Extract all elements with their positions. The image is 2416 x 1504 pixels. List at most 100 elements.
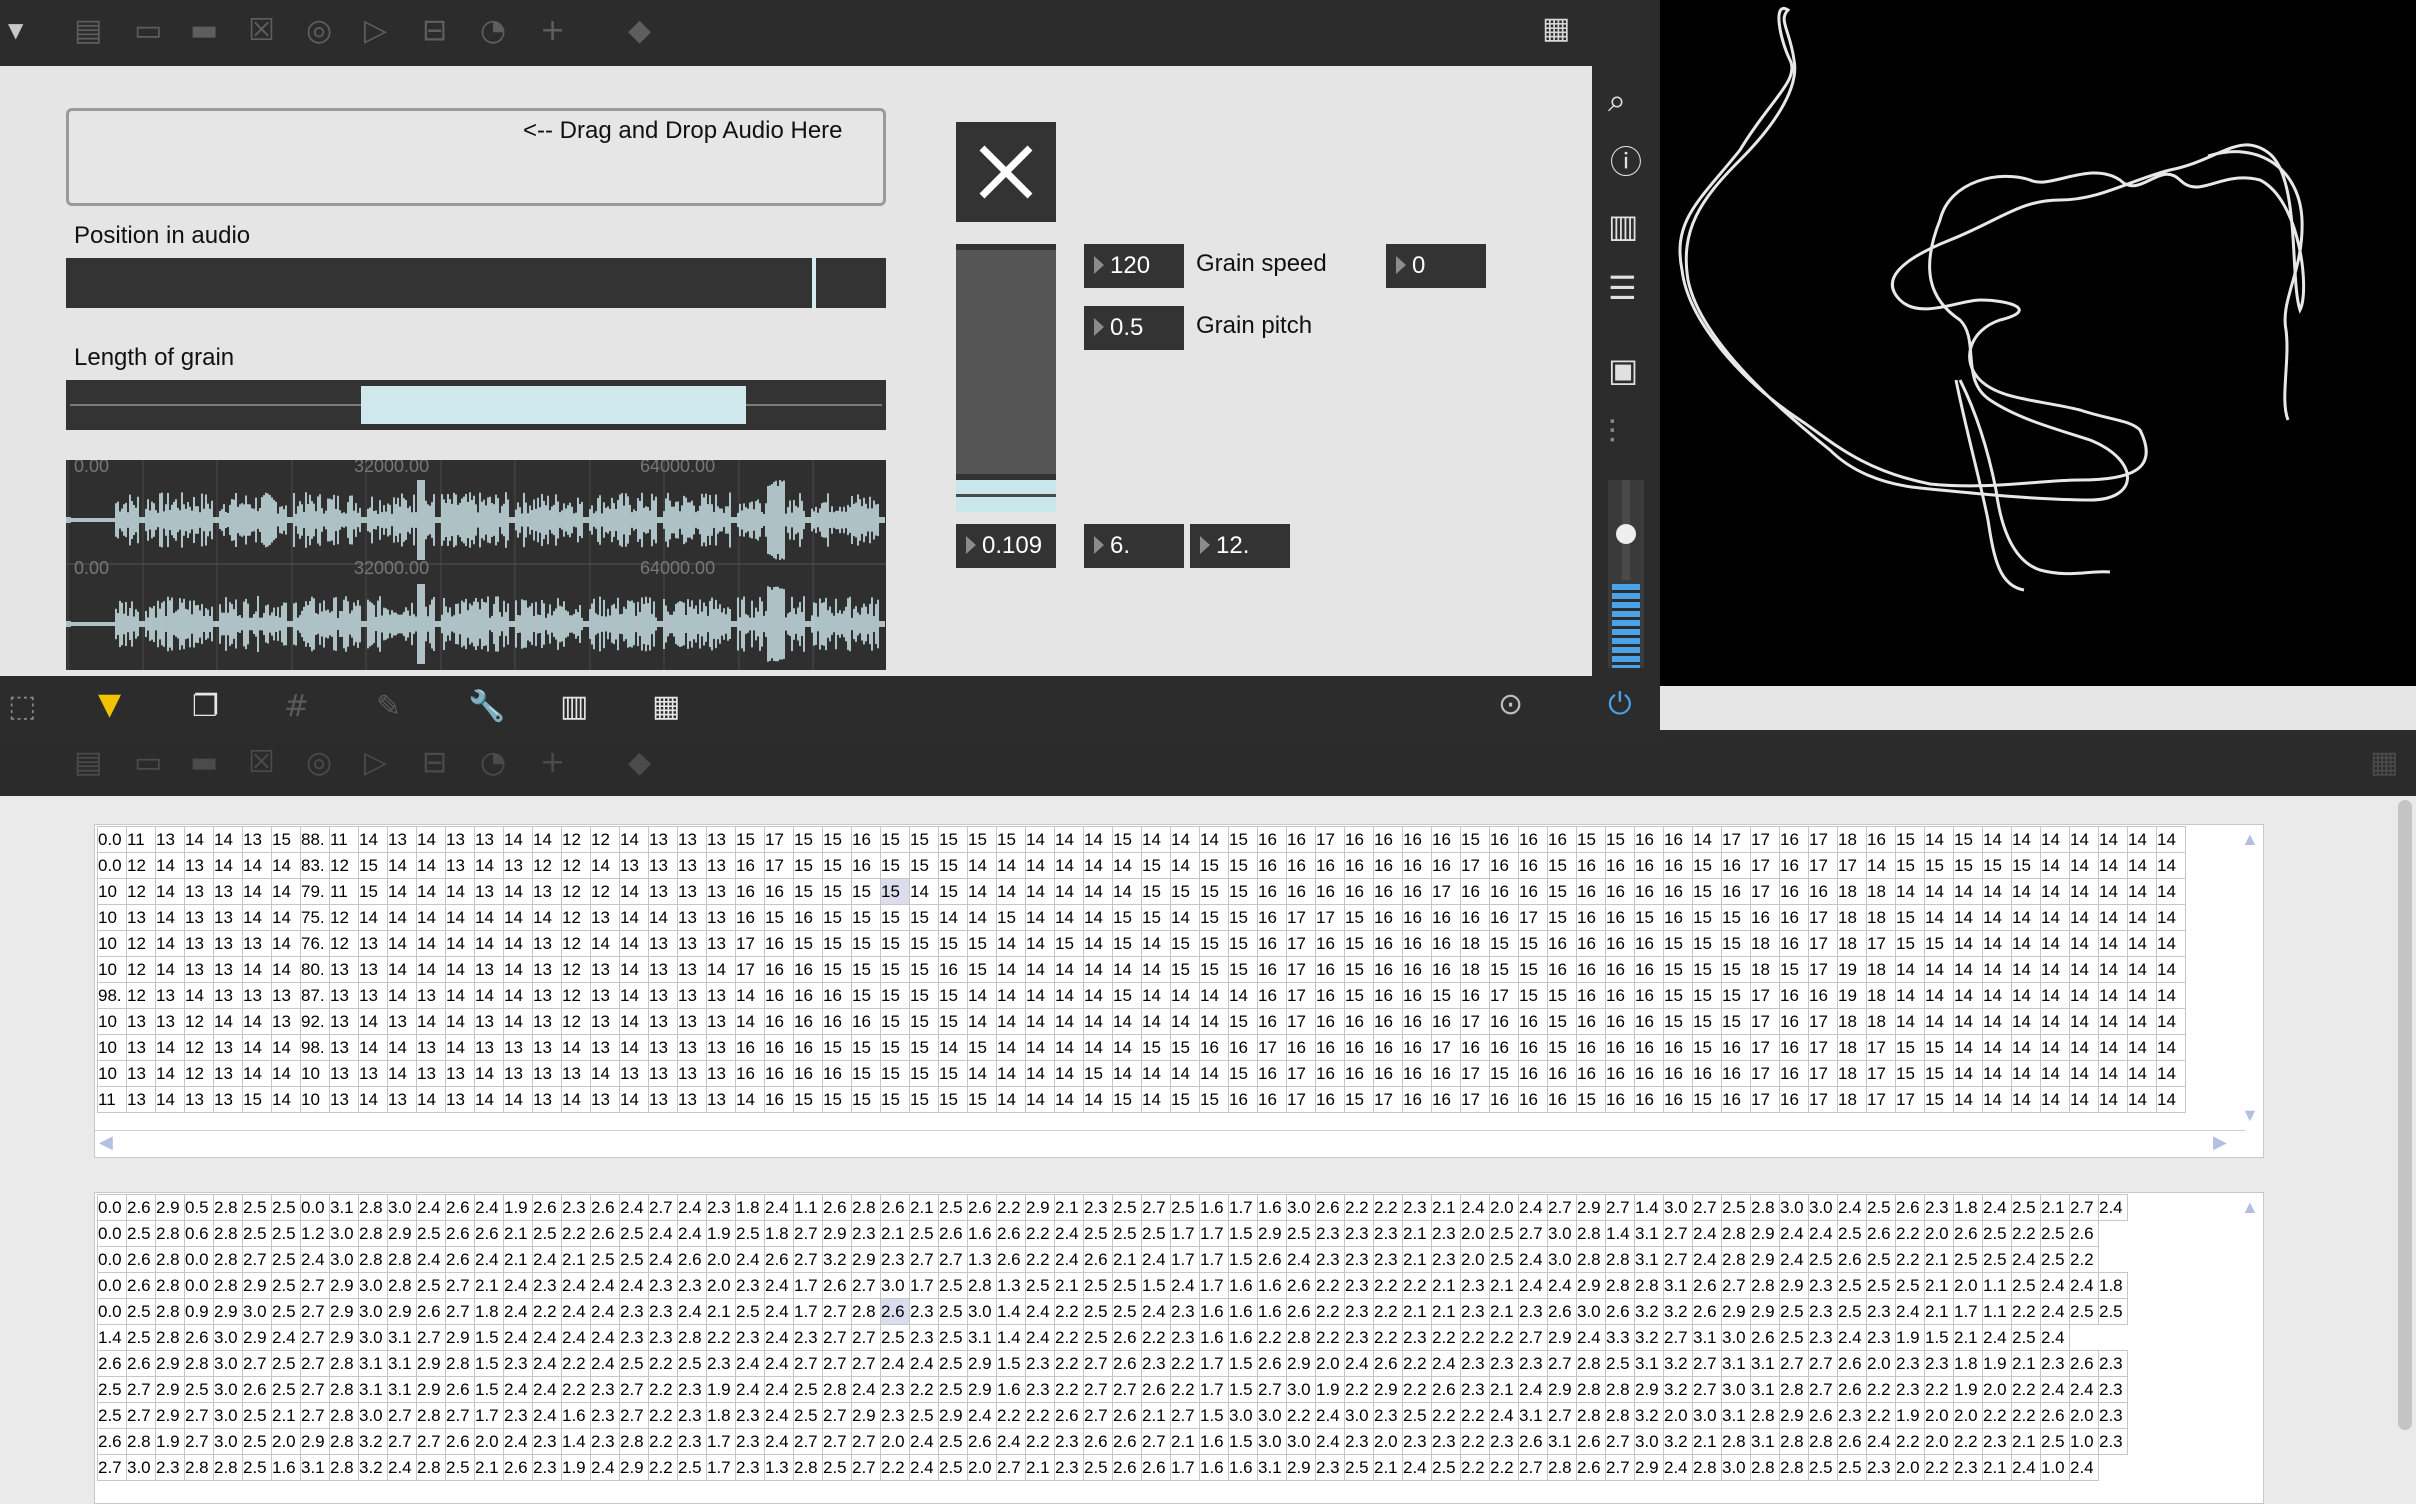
- table-cell[interactable]: 2.2: [1924, 1454, 1954, 1481]
- table-cell[interactable]: 2.4: [909, 1428, 939, 1455]
- table-cell[interactable]: 2.8: [213, 1220, 243, 1247]
- table-cell[interactable]: 14: [1982, 956, 2012, 983]
- table-cell[interactable]: 0.0: [97, 1298, 127, 1325]
- table-cell[interactable]: 14: [1083, 930, 1113, 957]
- table-cell[interactable]: 16: [1431, 956, 1461, 983]
- table-cell[interactable]: 2.2: [2011, 1220, 2041, 1247]
- table-cell[interactable]: 2.7: [793, 1428, 823, 1455]
- table-cell[interactable]: 16: [851, 826, 881, 853]
- table-cell[interactable]: 13: [126, 904, 156, 931]
- table-cell[interactable]: 2.1: [474, 1272, 504, 1299]
- table-cell[interactable]: 15: [822, 852, 852, 879]
- table-cell[interactable]: 2.6: [445, 1220, 475, 1247]
- table-cell[interactable]: 2.8: [1721, 1220, 1751, 1247]
- table-cell[interactable]: 16: [1257, 904, 1287, 931]
- table-cell[interactable]: 2.9: [155, 1402, 185, 1429]
- table-cell[interactable]: 12: [561, 930, 591, 957]
- table-cell[interactable]: 2.7: [822, 1298, 852, 1325]
- table-cell[interactable]: 2.6: [532, 1194, 562, 1221]
- book-icon[interactable]: ▥: [1608, 210, 1638, 242]
- table-cell[interactable]: 2.4: [1518, 1194, 1548, 1221]
- table-cell[interactable]: 3.2: [1634, 1324, 1664, 1351]
- table-cell[interactable]: 14: [155, 878, 185, 905]
- table-cell[interactable]: 2.7: [126, 1376, 156, 1403]
- table-cell[interactable]: 14: [2011, 826, 2041, 853]
- table-cell[interactable]: 16: [1663, 826, 1693, 853]
- table-cell[interactable]: 2.7: [184, 1428, 214, 1455]
- table-cell[interactable]: 2.7: [822, 1324, 852, 1351]
- comment-icon[interactable]: ▬: [190, 16, 218, 46]
- table-cell[interactable]: 2.6: [880, 1194, 910, 1221]
- table-cell[interactable]: 13: [474, 1008, 504, 1035]
- table-cell[interactable]: 14: [2069, 930, 2099, 957]
- table-cell[interactable]: 16: [1634, 1086, 1664, 1113]
- table-cell[interactable]: 2.3: [1431, 1246, 1461, 1273]
- table-cell[interactable]: 13: [677, 956, 707, 983]
- table-cell[interactable]: 1.8: [2098, 1272, 2128, 1299]
- piano-icon[interactable]: ▥: [560, 692, 588, 722]
- table-cell[interactable]: 16: [764, 1086, 794, 1113]
- table-cell[interactable]: 2.7: [1721, 1272, 1751, 1299]
- table-cell[interactable]: 15: [1895, 826, 1925, 853]
- table-cell[interactable]: 2.4: [503, 1298, 533, 1325]
- table-cell[interactable]: 14: [1083, 1034, 1113, 1061]
- table-cell[interactable]: 2.2: [1460, 1454, 1490, 1481]
- table-cell[interactable]: 13: [677, 878, 707, 905]
- table-cell[interactable]: 2.4: [996, 1428, 1026, 1455]
- table-cell[interactable]: 2.4: [2011, 1246, 2041, 1273]
- table-cell[interactable]: 1.4: [97, 1324, 127, 1351]
- table-cell[interactable]: 16: [1634, 1008, 1664, 1035]
- table-cell[interactable]: 2.2: [648, 1376, 678, 1403]
- table-cell[interactable]: 13: [184, 852, 214, 879]
- table-cell[interactable]: 1.6: [1257, 1194, 1287, 1221]
- table-cell[interactable]: 16: [1576, 1034, 1606, 1061]
- table-cell[interactable]: 2.6: [126, 1350, 156, 1377]
- table-cell[interactable]: 2.9: [1373, 1376, 1403, 1403]
- table-cell[interactable]: 14: [2127, 904, 2157, 931]
- table-cell[interactable]: 14: [242, 904, 272, 931]
- table-cell[interactable]: 16: [1634, 1060, 1664, 1087]
- table-cell[interactable]: 16: [1518, 852, 1548, 879]
- table-cell[interactable]: 13: [387, 826, 417, 853]
- table-cell[interactable]: 17: [1286, 956, 1316, 983]
- table-cell[interactable]: 14: [1054, 826, 1084, 853]
- table-cell[interactable]: 10: [97, 1060, 127, 1087]
- table-cell[interactable]: 14: [706, 956, 736, 983]
- grid-icon[interactable]: ▦: [1542, 14, 1570, 44]
- table-cell[interactable]: 12: [561, 826, 591, 853]
- table-cell[interactable]: 14: [967, 1060, 997, 1087]
- table-cell[interactable]: 15: [735, 826, 765, 853]
- position-slider-thumb[interactable]: [812, 258, 816, 308]
- table-cell[interactable]: 13: [677, 982, 707, 1009]
- table-cell[interactable]: 2.7: [851, 1272, 881, 1299]
- table-cell[interactable]: 3.1: [387, 1324, 417, 1351]
- table-cell[interactable]: 2.5: [1112, 1194, 1142, 1221]
- table-cell[interactable]: 1.6: [1199, 1298, 1229, 1325]
- grid1-scroll-right-icon[interactable]: ▶: [2213, 1132, 2227, 1153]
- table-cell[interactable]: 2.6: [97, 1350, 127, 1377]
- table-cell[interactable]: 2.6: [1895, 1194, 1925, 1221]
- table-cell[interactable]: 2.6: [1141, 1454, 1171, 1481]
- table-cell[interactable]: 14: [1054, 1086, 1084, 1113]
- table-cell[interactable]: 13: [445, 1060, 475, 1087]
- table-cell[interactable]: 2.9: [242, 1272, 272, 1299]
- table-cell[interactable]: 2.2: [2011, 1298, 2041, 1325]
- table-cell[interactable]: 15: [1692, 852, 1722, 879]
- table-cell[interactable]: 2.2: [532, 1298, 562, 1325]
- table-cell[interactable]: 15: [1344, 1086, 1374, 1113]
- table-cell[interactable]: 14: [2127, 956, 2157, 983]
- table-cell[interactable]: 15: [851, 930, 881, 957]
- table-cell[interactable]: 2.4: [764, 1298, 794, 1325]
- table-cell[interactable]: 15: [2011, 852, 2041, 879]
- table-cell[interactable]: 13: [677, 930, 707, 957]
- table-cell[interactable]: 2.1: [1025, 1454, 1055, 1481]
- table-cell[interactable]: 16: [1199, 1034, 1229, 1061]
- table-cell[interactable]: 15: [1344, 982, 1374, 1009]
- table-cell[interactable]: 13: [358, 930, 388, 957]
- table-cell[interactable]: 14: [1924, 956, 1954, 983]
- table-cell[interactable]: 2.4: [532, 1402, 562, 1429]
- table-cell[interactable]: 2.9: [416, 1350, 446, 1377]
- table-cell[interactable]: 2.8: [358, 1194, 388, 1221]
- table-cell[interactable]: 2.2: [1286, 1402, 1316, 1429]
- table-cell[interactable]: 1.5: [1228, 1350, 1258, 1377]
